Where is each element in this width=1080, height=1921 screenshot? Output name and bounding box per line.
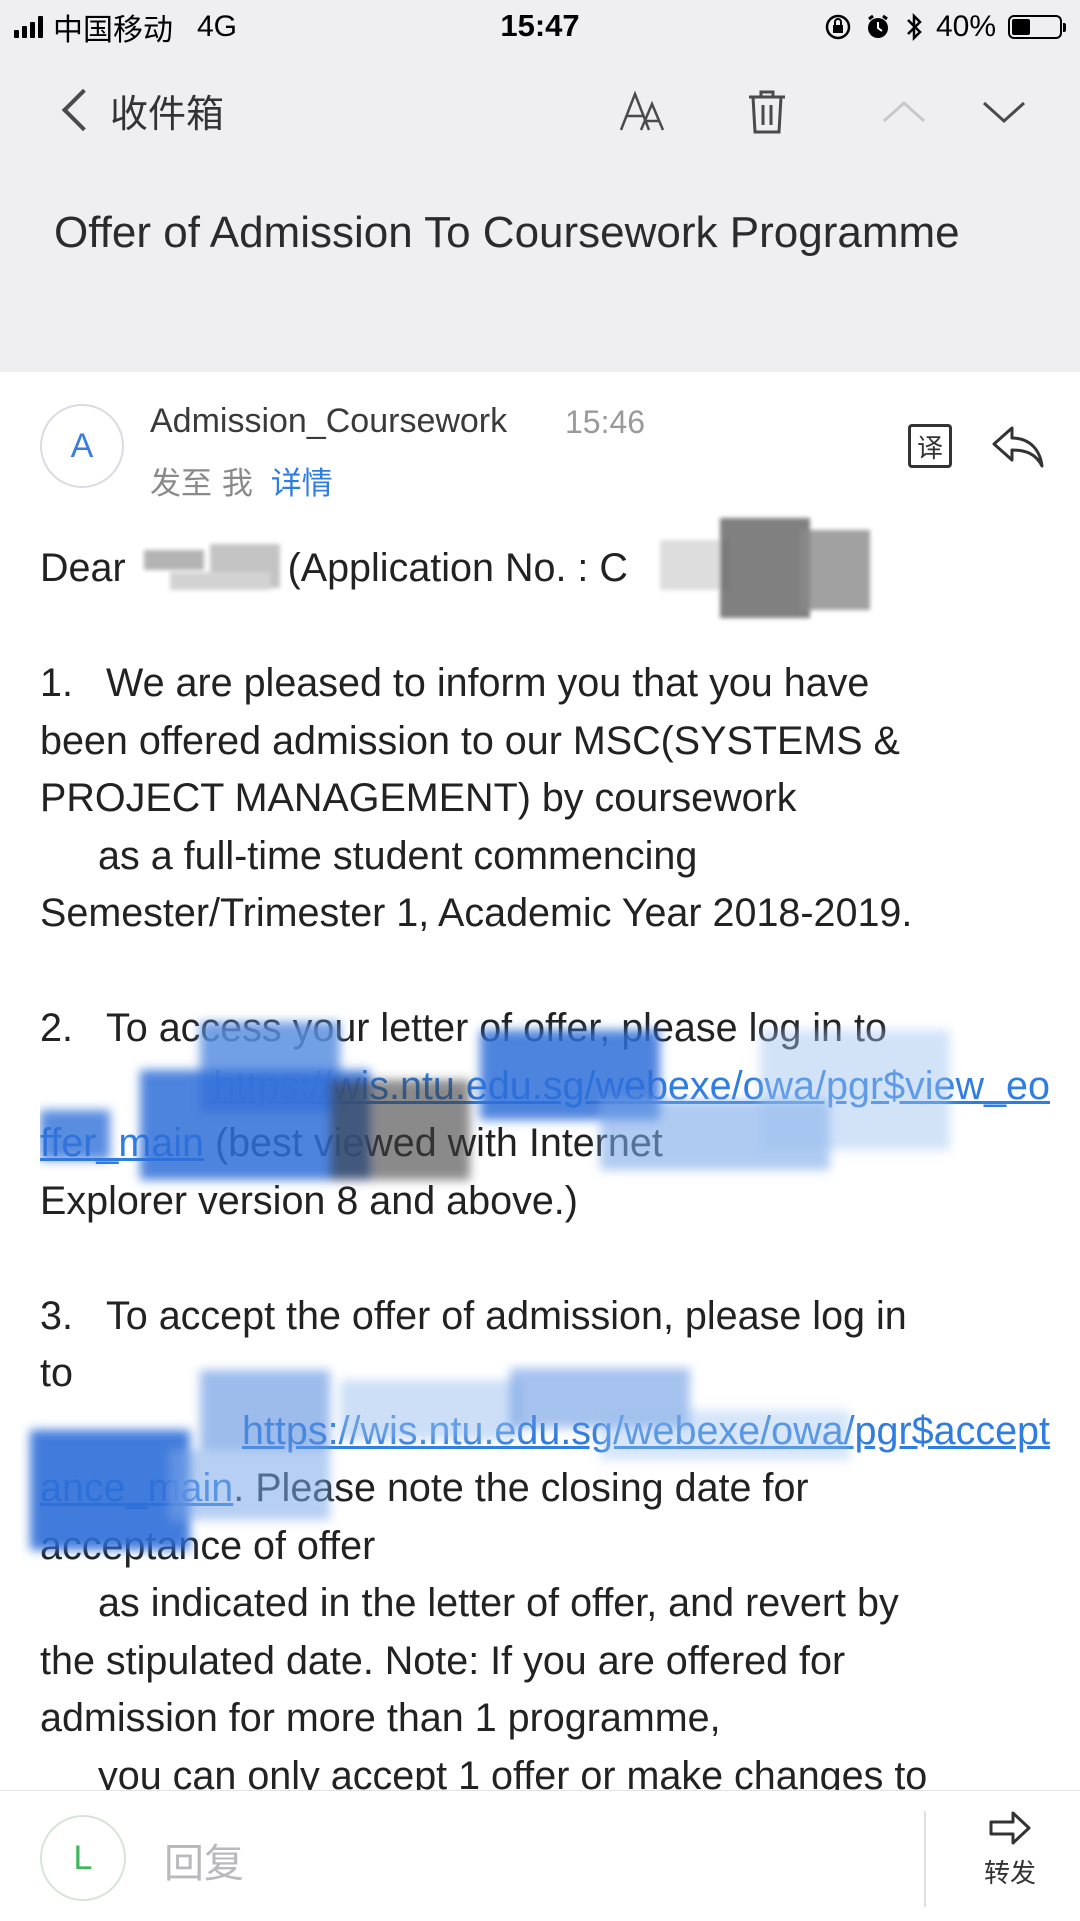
reply-icon — [992, 426, 1044, 468]
accept-link-part2[interactable]: ance_main — [40, 1466, 233, 1510]
paragraph-3: 3. To accept the offer of admission, plea… — [40, 1288, 1050, 1806]
user-avatar: L — [40, 1815, 126, 1901]
email-subject: Offer of Admission To Coursework Program… — [54, 208, 960, 257]
back-button[interactable]: 收件箱 — [58, 80, 224, 140]
p3-line2: to — [40, 1351, 73, 1395]
status-right: 40% — [824, 8, 1066, 46]
forward-button[interactable]: 转发 — [960, 1809, 1060, 1909]
subject-area: Offer of Admission To Coursework Program… — [0, 164, 1080, 372]
orientation-lock-icon — [825, 14, 851, 40]
greeting: Dear (Application No. : C — [40, 540, 1050, 598]
divider — [924, 1811, 926, 1907]
p3-after-link: . Please note the closing date for — [233, 1466, 809, 1510]
sender-row: A Admission_Coursework 15:46 发至 我 详情 译 — [0, 372, 1080, 512]
accept-link-part1[interactable]: https://wis.ntu.edu.sg/webexe/owa/pgr$ac… — [242, 1409, 1050, 1453]
font-size-icon — [619, 90, 665, 131]
p3-line1: To accept the offer of admission, please… — [106, 1293, 907, 1338]
delete-button[interactable] — [737, 84, 797, 140]
sender-name[interactable]: Admission_Coursework — [150, 402, 507, 441]
offer-link-part1[interactable]: https://wis.ntu.edu.sg/webexe/owa/pgr$vi… — [213, 1064, 1050, 1108]
offer-link-part2[interactable]: ffer_main — [40, 1121, 204, 1165]
forward-icon — [989, 1811, 1031, 1845]
trash-icon — [749, 90, 785, 134]
p1-line3: PROJECT MANAGEMENT) by coursework — [40, 776, 797, 820]
next-mail-button[interactable] — [974, 84, 1034, 140]
p3-line7: the stipulated date. Note: If you are of… — [40, 1638, 846, 1683]
reply-button[interactable] — [990, 422, 1046, 472]
sent-time: 15:46 — [565, 404, 646, 440]
chevron-up-icon — [882, 100, 926, 123]
forward-label: 转发 — [983, 1859, 1036, 1889]
p1-line2: been offered admission to our MSC(SYSTEM… — [40, 718, 900, 763]
bottom-bar: L 回复 转发 — [0, 1790, 1080, 1921]
chevron-left-icon — [61, 88, 105, 132]
recipient-label: 发至 我 — [150, 466, 253, 502]
translate-icon[interactable]: 译 — [908, 424, 952, 468]
chevron-down-icon — [982, 101, 1026, 124]
p3-number: 3. — [40, 1293, 73, 1338]
recipient-row: 发至 我 详情 — [150, 458, 333, 503]
p2-line1: To access your letter of offer, please l… — [106, 1006, 887, 1050]
reply-input[interactable]: 回复 — [164, 1831, 244, 1889]
greeting-suffix: (Application No. : C — [287, 546, 628, 590]
p3-line8: admission for more than 1 programme, — [40, 1696, 721, 1740]
p2-line4: Explorer version 8 and above.) — [40, 1178, 578, 1223]
previous-mail-button[interactable] — [874, 84, 934, 140]
paragraph-2: 2. To access your letter of offer, please… — [40, 1000, 1050, 1230]
back-label: 收件箱 — [110, 91, 225, 136]
battery-level-fill — [1012, 19, 1031, 35]
p3-line6: as indicated in the letter of offer, and… — [98, 1581, 899, 1625]
p1-line1: We are pleased to inform you that you ha… — [106, 661, 870, 705]
status-bar: 中国移动 4G 15:47 40% — [0, 0, 1080, 54]
battery-percent: 40% — [935, 10, 996, 43]
p2-after-link: (best viewed with Internet — [214, 1121, 663, 1165]
bluetooth-icon — [907, 12, 922, 42]
redacted-name — [137, 551, 277, 591]
p1-number: 1. — [40, 661, 73, 705]
paragraph-1: 1. We are pleased to inform you that you … — [40, 655, 1050, 943]
email-body: Dear (Application No. : C 1. We are pleas… — [40, 540, 1050, 1805]
p3-line5: acceptance of offer — [40, 1523, 376, 1568]
font-size-button[interactable] — [614, 84, 674, 140]
battery-icon — [1008, 15, 1066, 39]
nav-bar: 收件箱 — [0, 54, 1080, 164]
p1-line4: as a full-time student commencing — [98, 833, 698, 878]
alarm-icon — [867, 14, 888, 38]
p2-number: 2. — [40, 1006, 73, 1050]
details-link[interactable]: 详情 — [271, 466, 333, 502]
p1-line5: Semester/Trimester 1, Academic Year 2018… — [40, 891, 913, 935]
greeting-prefix: Dear — [40, 546, 126, 590]
sender-avatar[interactable]: A — [40, 404, 124, 488]
